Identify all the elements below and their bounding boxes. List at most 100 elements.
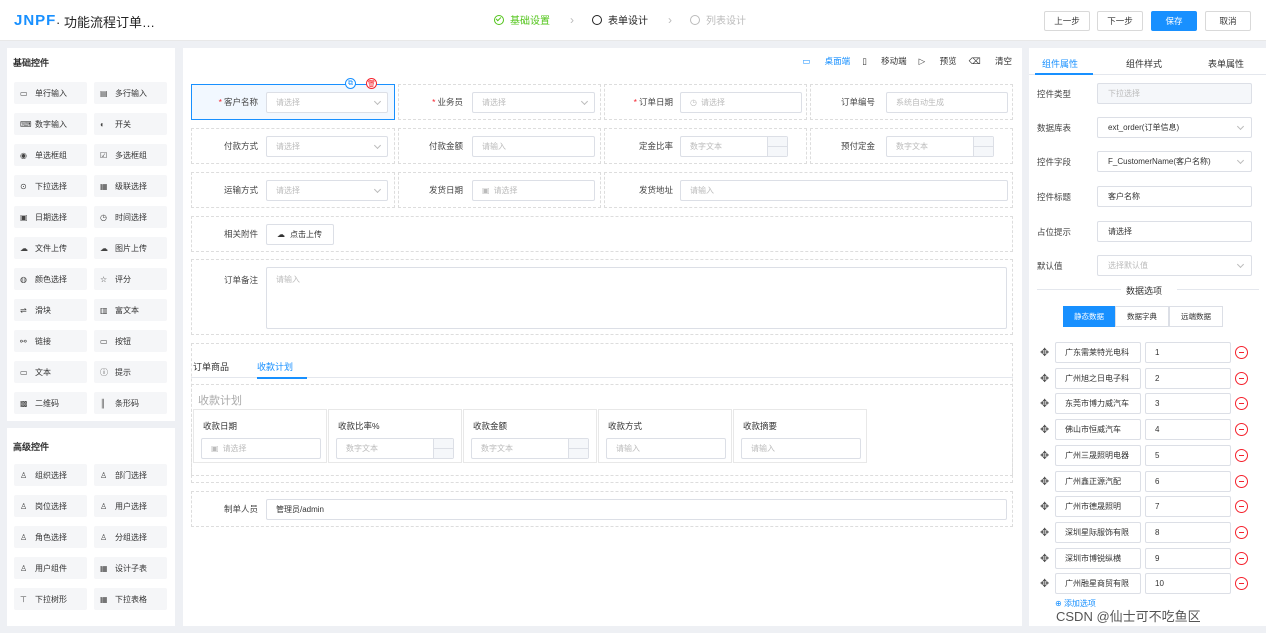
option-name-input[interactable]: 广州融星商贸有限: [1055, 573, 1141, 595]
control-basic_controls-3[interactable]: ◐ 开关: [94, 113, 167, 135]
control-advanced_controls-5[interactable]: ♙ 分组选择: [94, 526, 167, 548]
field-ship-date[interactable]: 发货日期 ▣ 请选择: [398, 172, 601, 208]
step-form-design[interactable]: 表单设计 ›: [592, 12, 672, 27]
control-basic_controls-17[interactable]: ▭ 按钮: [94, 330, 167, 352]
option-name-input[interactable]: 广州鑫正源汽配: [1055, 470, 1141, 492]
field-remark[interactable]: 订单备注 请输入: [191, 259, 1013, 335]
remove-option-icon[interactable]: [1235, 397, 1248, 411]
option-value-input[interactable]: 10: [1145, 573, 1231, 595]
remote-data-tab[interactable]: 远端数据: [1169, 306, 1223, 327]
remove-option-icon[interactable]: [1235, 551, 1248, 565]
option-name-input[interactable]: 深圳星际服饰有限: [1055, 521, 1141, 543]
stepper-arrows[interactable]: [568, 439, 589, 458]
option-value-input[interactable]: 5: [1145, 444, 1231, 466]
default-value-select[interactable]: 选择默认值: [1097, 255, 1252, 276]
ship-addr-input[interactable]: 请输入: [680, 180, 1008, 201]
tab-order-goods[interactable]: 订单商品: [193, 360, 229, 373]
title-input[interactable]: 客户名称: [1097, 186, 1252, 207]
remove-option-icon[interactable]: [1235, 423, 1248, 437]
subtable-column[interactable]: 收款方式 请输入: [598, 409, 732, 463]
control-basic_controls-10[interactable]: ☁ 文件上传: [14, 237, 87, 259]
tab-component-style[interactable]: 组件样式: [1126, 57, 1162, 70]
remove-option-icon[interactable]: [1235, 448, 1248, 462]
stepper-arrows[interactable]: [433, 439, 454, 458]
step-list-design[interactable]: 列表设计: [690, 12, 746, 27]
drag-handle-icon[interactable]: ✥: [1040, 577, 1049, 590]
subtable-column[interactable]: 收款金额 数字文本: [463, 409, 597, 463]
cancel-button[interactable]: 取消: [1205, 11, 1251, 31]
field-attachment[interactable]: 相关附件 ☁ 点击上传: [191, 216, 1013, 252]
salesman-select[interactable]: 请选择: [472, 92, 595, 113]
option-value-input[interactable]: 7: [1145, 496, 1231, 518]
ship-date-picker[interactable]: ▣ 请选择: [472, 180, 595, 201]
control-basic_controls-11[interactable]: ☁ 图片上传: [94, 237, 167, 259]
subtable-column[interactable]: 收款日期 ▣ 请选择: [193, 409, 327, 463]
next-button[interactable]: 下一步: [1097, 11, 1143, 31]
remove-option-icon[interactable]: [1235, 500, 1248, 514]
field-order-date[interactable]: * 订单日期 ◷ 请选择: [604, 84, 807, 120]
drag-handle-icon[interactable]: ✥: [1040, 500, 1049, 513]
option-value-input[interactable]: 8: [1145, 521, 1231, 543]
option-name-input[interactable]: 佛山市恒威汽车: [1055, 419, 1141, 441]
field-salesman[interactable]: * 业务员 请选择: [398, 84, 601, 120]
save-button[interactable]: 保存: [1151, 11, 1197, 31]
control-basic_controls-5[interactable]: ☑ 多选框组: [94, 144, 167, 166]
remove-option-icon[interactable]: [1235, 577, 1248, 591]
control-basic_controls-4[interactable]: ◉ 单选框组: [14, 144, 87, 166]
column-input[interactable]: 请输入: [606, 438, 726, 459]
remove-option-icon[interactable]: [1235, 346, 1248, 359]
order-no-input[interactable]: 系统自动生成: [886, 92, 1008, 113]
control-advanced_controls-6[interactable]: ♙ 用户组件: [14, 557, 87, 579]
static-data-tab[interactable]: 静态数据: [1063, 306, 1115, 327]
option-value-input[interactable]: 1: [1145, 342, 1231, 363]
control-advanced_controls-1[interactable]: ♙ 部门选择: [94, 464, 167, 486]
field-deposit-ratio[interactable]: 定金比率 数字文本: [604, 128, 807, 164]
control-advanced_controls-3[interactable]: ♙ 用户选择: [94, 495, 167, 517]
option-value-input[interactable]: 6: [1145, 470, 1231, 492]
delete-icon[interactable]: 🗑: [366, 78, 377, 89]
stepper-arrows[interactable]: [973, 137, 994, 156]
field-deposit[interactable]: 预付定金 数字文本: [810, 128, 1013, 164]
control-basic_controls-0[interactable]: ▭ 单行输入: [14, 82, 87, 104]
option-name-input[interactable]: 广州市德晟照明: [1055, 496, 1141, 518]
remove-option-icon[interactable]: [1235, 474, 1248, 488]
control-basic_controls-8[interactable]: ▣ 日期选择: [14, 206, 87, 228]
clear-button[interactable]: ⌫ 清空: [969, 55, 1012, 67]
drag-handle-icon[interactable]: ✥: [1040, 397, 1049, 410]
option-value-input[interactable]: 3: [1145, 393, 1231, 415]
deposit-ratio-stepper[interactable]: 数字文本: [680, 136, 788, 157]
control-basic_controls-18[interactable]: ▭ 文本: [14, 361, 87, 383]
drag-handle-icon[interactable]: ✥: [1040, 552, 1049, 565]
customer-select[interactable]: 请选择: [266, 92, 388, 113]
control-basic_controls-15[interactable]: ▥ 富文本: [94, 299, 167, 321]
control-advanced_controls-0[interactable]: ♙ 组织选择: [14, 464, 87, 486]
subtable-column[interactable]: 收款比率% 数字文本: [328, 409, 462, 463]
pay-amount-input[interactable]: 请输入: [472, 136, 595, 157]
remark-textarea[interactable]: 请输入: [266, 267, 1007, 329]
option-value-input[interactable]: 4: [1145, 419, 1231, 441]
control-basic_controls-12[interactable]: ◍ 颜色选择: [14, 268, 87, 290]
drag-handle-icon[interactable]: ✥: [1040, 449, 1049, 462]
tab-component-props[interactable]: 组件属性: [1042, 57, 1078, 70]
field-ship-addr[interactable]: 发货地址 请输入: [604, 172, 1013, 208]
control-basic_controls-9[interactable]: ◷ 时间选择: [94, 206, 167, 228]
control-basic_controls-1[interactable]: ▤ 多行输入: [94, 82, 167, 104]
order-date-picker[interactable]: ◷ 请选择: [680, 92, 802, 113]
field-customer[interactable]: * 客户名称 请选择 ⧉ 🗑: [191, 78, 395, 120]
stepper-arrows[interactable]: [767, 137, 788, 156]
data-dict-tab[interactable]: 数据字典: [1115, 306, 1169, 327]
tab-form-props[interactable]: 表单属性: [1208, 57, 1244, 70]
drag-handle-icon[interactable]: ✥: [1040, 423, 1049, 436]
control-basic_controls-7[interactable]: ▦ 级联选择: [94, 175, 167, 197]
drag-handle-icon[interactable]: ✥: [1040, 372, 1049, 385]
step-basic-settings[interactable]: 基础设置 ›: [494, 12, 574, 27]
control-advanced_controls-7[interactable]: ▦ 设计子表: [94, 557, 167, 579]
prev-button[interactable]: 上一步: [1044, 11, 1090, 31]
field-ship-method[interactable]: 运输方式 请选择: [191, 172, 395, 208]
control-basic_controls-21[interactable]: ║ 条形码: [94, 392, 167, 414]
column-input[interactable]: 数字文本: [471, 438, 589, 459]
control-basic_controls-6[interactable]: ⊙ 下拉选择: [14, 175, 87, 197]
mobile-view-button[interactable]: ▯ 移动端: [862, 55, 907, 67]
control-advanced_controls-8[interactable]: ⊤ 下拉树形: [14, 588, 87, 610]
field-pay-amount[interactable]: 付款金额 请输入: [398, 128, 601, 164]
